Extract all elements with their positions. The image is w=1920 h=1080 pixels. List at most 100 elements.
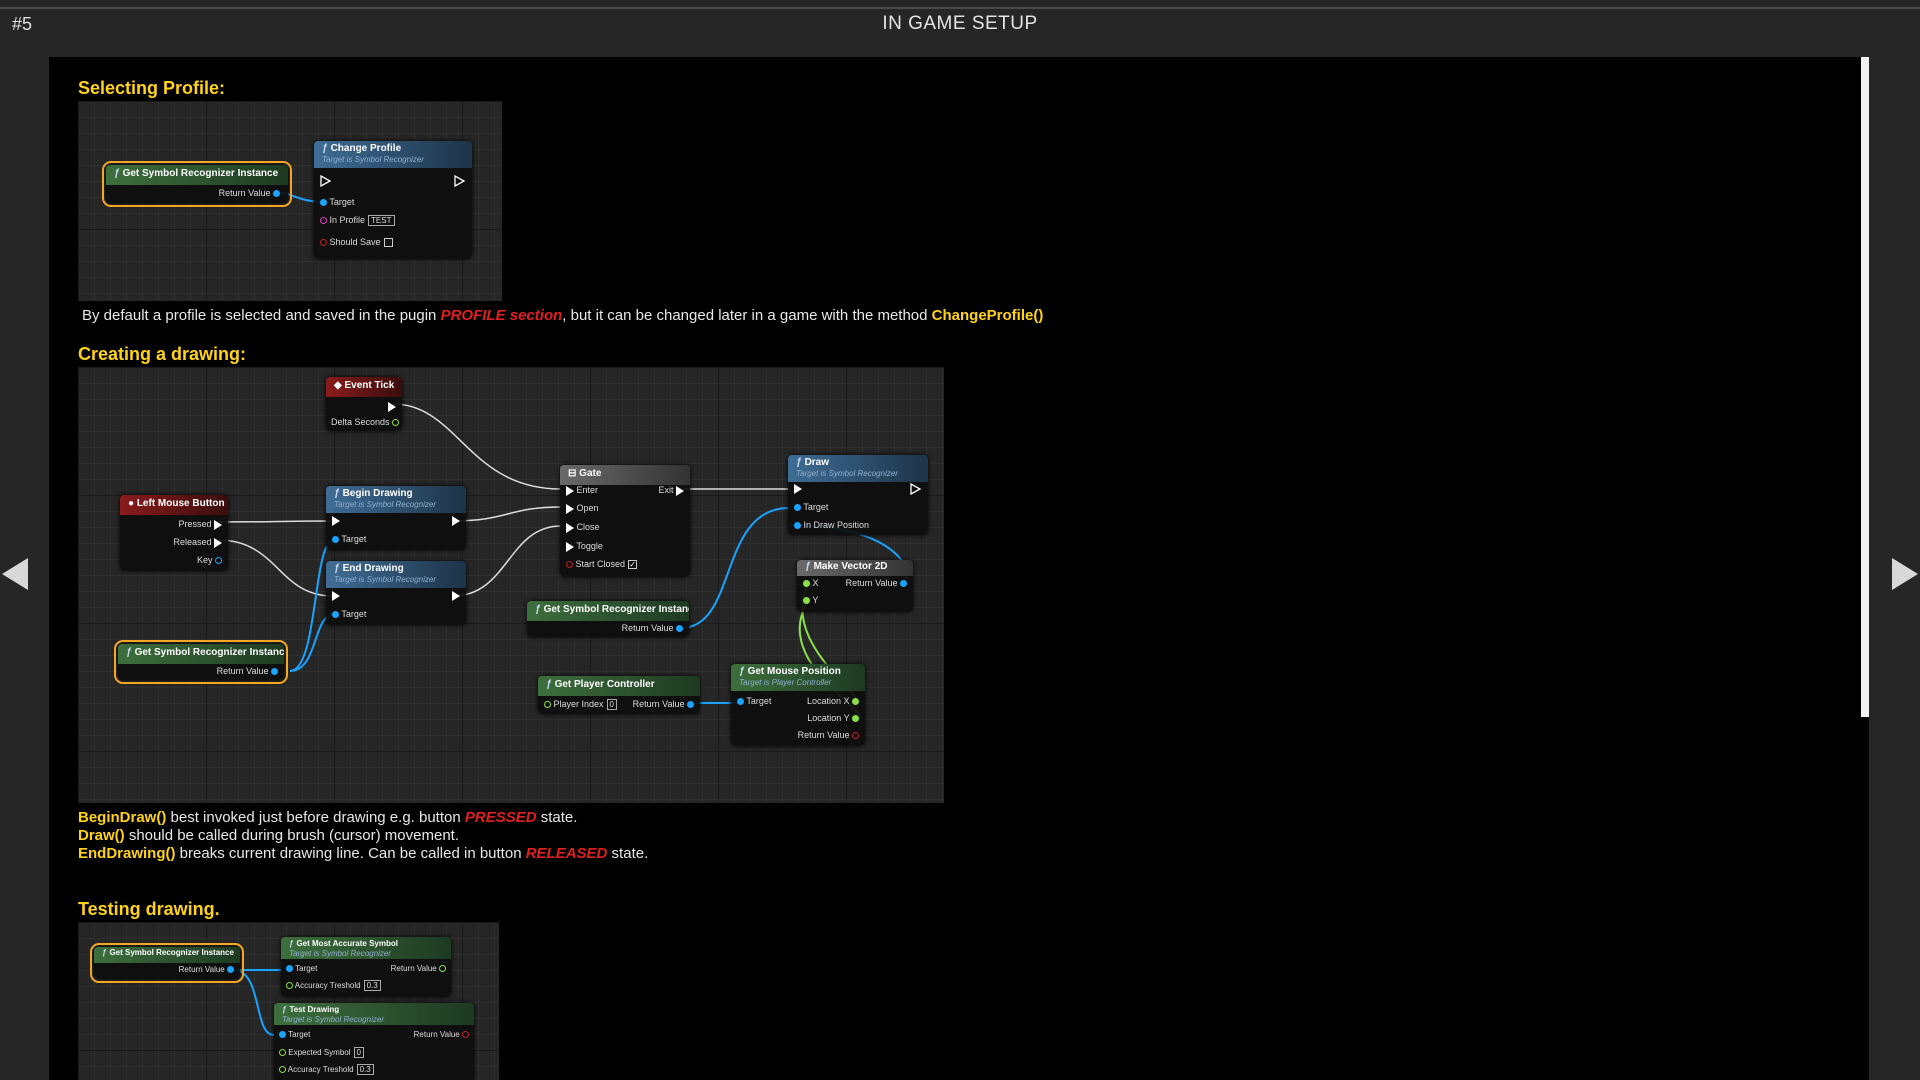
exec-in-pin-icon[interactable] <box>794 484 802 494</box>
draw-keyword: Draw() <box>78 827 125 844</box>
node-get-mouse-position[interactable]: ƒ Get Mouse Position Target is Player Cont… <box>731 664 865 746</box>
pin-return-value[interactable]: Return Value <box>391 964 446 973</box>
node-draw[interactable]: ƒ Draw Target is Symbol Recognizer Target … <box>788 455 928 535</box>
pin-player-index[interactable]: Player Index 0 <box>544 699 617 710</box>
float-pin-icon <box>286 982 293 990</box>
node-header: ƒ Get Player Controller <box>538 676 700 696</box>
pin-return-value[interactable]: Return Value <box>846 578 907 588</box>
pin-should-save[interactable]: Should Save <box>320 237 393 248</box>
pin-return-value[interactable]: Return Value <box>414 1030 469 1039</box>
player-index-field[interactable]: 0 <box>606 699 617 710</box>
pin-label: Return Value <box>178 965 225 974</box>
pin-return-value[interactable]: Return Value <box>219 188 280 198</box>
pin-delta-seconds[interactable]: Delta Seconds <box>331 417 400 427</box>
object-pin-icon <box>320 199 327 207</box>
node-begin-drawing[interactable]: ƒ Begin Drawing Target is Symbol Recognize… <box>326 486 466 550</box>
name-pin-icon <box>320 217 327 225</box>
released-keyword: RELEASED <box>525 845 608 862</box>
threshold-field[interactable]: 0.3 <box>363 980 381 991</box>
pin-return-value[interactable]: Return Value <box>179 965 234 974</box>
pin-expected-symbol[interactable]: Expected Symbol 0 <box>279 1047 364 1058</box>
node-get-symbol-recognizer-instance[interactable]: ƒ Get Symbol Recognizer Instance Return V… <box>90 943 244 983</box>
node-header: ◆ Event Tick <box>326 377 402 397</box>
vector-pin-icon <box>900 580 907 588</box>
exec-out-pin-icon[interactable] <box>452 516 460 526</box>
node-test-drawing[interactable]: ƒ Test Drawing Target is Symbol Recognizer… <box>274 1003 474 1080</box>
node-get-symbol-recognizer-instance-b[interactable]: ƒ Get Symbol Recognizer Instance Return V… <box>527 601 689 637</box>
end-drawing-keyword: EndDrawing() <box>78 845 176 862</box>
node-gate[interactable]: ⊟ Gate Enter Exit Open Close Toggle Star… <box>560 465 690 577</box>
node-title: Get Most Accurate Symbol <box>296 939 398 948</box>
start-closed-checkbox[interactable]: ✓ <box>628 560 638 570</box>
pin-return-value[interactable]: Return Value <box>622 623 683 633</box>
pin-in-profile[interactable]: In Profile TEST <box>320 215 395 226</box>
node-get-most-accurate-symbol[interactable]: ƒ Get Most Accurate Symbol Target is Symbo… <box>281 937 451 997</box>
pin-exit[interactable]: Exit <box>658 485 684 496</box>
pin-target[interactable]: Target <box>320 197 354 207</box>
node-event-tick[interactable]: ◆ Event Tick Delta Seconds <box>326 377 402 431</box>
pin-accuracy-treshold[interactable]: Accuracy Treshold 0.3 <box>286 980 381 991</box>
pin-label: Released <box>173 537 212 547</box>
pin-in-draw-position[interactable]: In Draw Position <box>794 520 869 530</box>
exec-out-pin-icon[interactable] <box>388 402 396 412</box>
node-title: Draw <box>804 457 830 468</box>
vertical-scrollbar[interactable] <box>1861 57 1869 717</box>
pin-return-value[interactable]: Return Value <box>798 730 859 740</box>
pressed-keyword: PRESSED <box>464 809 537 826</box>
node-left-mouse-button[interactable]: ● Left Mouse Button Pressed Released Key <box>120 495 228 571</box>
pin-close[interactable]: Close <box>566 522 600 533</box>
exec-pin-icon <box>214 519 222 530</box>
threshold-field[interactable]: 0.3 <box>356 1064 374 1075</box>
node-title: Get Symbol Recognizer Instance <box>109 948 234 957</box>
exec-in-pin-icon[interactable] <box>332 516 340 526</box>
pin-accuracy-treshold[interactable]: Accuracy Treshold 0.3 <box>279 1064 374 1075</box>
node-title: Test Drawing <box>289 1005 340 1014</box>
node-get-player-controller[interactable]: ƒ Get Player Controller Player Index 0 Ret… <box>538 676 700 714</box>
pin-target[interactable]: Target <box>286 964 317 973</box>
node-subtitle: Target is Symbol Recognizer <box>334 500 436 509</box>
pin-target[interactable]: Target <box>332 609 366 619</box>
pin-location-x[interactable]: Location X <box>807 696 859 706</box>
pin-enter[interactable]: Enter <box>566 485 598 496</box>
next-page-arrow-icon[interactable] <box>1890 554 1920 594</box>
exec-out-pin-icon[interactable] <box>454 175 466 187</box>
pin-key[interactable]: Key <box>197 555 222 565</box>
exec-in-pin-icon[interactable] <box>320 175 332 187</box>
node-end-drawing[interactable]: ƒ End Drawing Target is Symbol Recognizer … <box>326 561 466 625</box>
pin-label: Open <box>576 503 599 513</box>
node-get-symbol-recognizer-instance-a[interactable]: ƒ Get Symbol Recognizer Instance Return V… <box>114 640 288 684</box>
node-title: Begin Drawing <box>342 488 413 499</box>
previous-page-arrow-icon[interactable] <box>0 554 30 594</box>
pin-released[interactable]: Released <box>173 537 222 548</box>
pin-x[interactable]: X <box>803 578 819 588</box>
expected-symbol-field[interactable]: 0 <box>353 1047 364 1058</box>
pin-target[interactable]: Target <box>794 502 828 512</box>
node-make-vector-2d[interactable]: ƒ Make Vector 2D X Y Return Value <box>797 560 913 612</box>
exec-in-pin-icon[interactable] <box>332 591 340 601</box>
node-header: ƒ Get Symbol Recognizer Instance <box>527 601 689 621</box>
node-header: ƒ Get Symbol Recognizer Instance <box>106 165 288 185</box>
should-save-checkbox[interactable] <box>383 238 393 248</box>
pin-toggle[interactable]: Toggle <box>566 541 603 552</box>
pin-target[interactable]: Target <box>737 696 771 706</box>
pin-target[interactable]: Target <box>332 534 366 544</box>
text-span: breaks current drawing line. Can be call… <box>175 845 526 862</box>
pin-label: Target <box>746 696 772 706</box>
pin-target[interactable]: Target <box>279 1030 310 1039</box>
node-title: Make Vector 2D <box>813 561 888 572</box>
exec-out-pin-icon[interactable] <box>910 483 922 495</box>
pin-open[interactable]: Open <box>566 503 599 514</box>
object-pin-icon <box>332 611 339 619</box>
node-title: Get Symbol Recognizer Instance <box>122 168 279 179</box>
exec-out-pin-icon[interactable] <box>452 591 460 601</box>
pin-label: In Draw Position <box>803 520 870 530</box>
profile-value-field[interactable]: TEST <box>368 215 395 226</box>
node-change-profile[interactable]: ƒ Change Profile Target is Symbol Recogniz… <box>314 141 472 259</box>
pin-return-value[interactable]: Return Value <box>217 666 278 676</box>
pin-return-value[interactable]: Return Value <box>633 699 694 709</box>
pin-y[interactable]: Y <box>803 595 818 605</box>
pin-pressed[interactable]: Pressed <box>178 519 222 530</box>
node-get-symbol-recognizer-instance[interactable]: ƒ Get Symbol Recognizer Instance Return V… <box>102 161 292 207</box>
pin-location-y[interactable]: Location Y <box>807 713 859 723</box>
pin-start-closed[interactable]: Start Closed ✓ <box>566 559 638 570</box>
